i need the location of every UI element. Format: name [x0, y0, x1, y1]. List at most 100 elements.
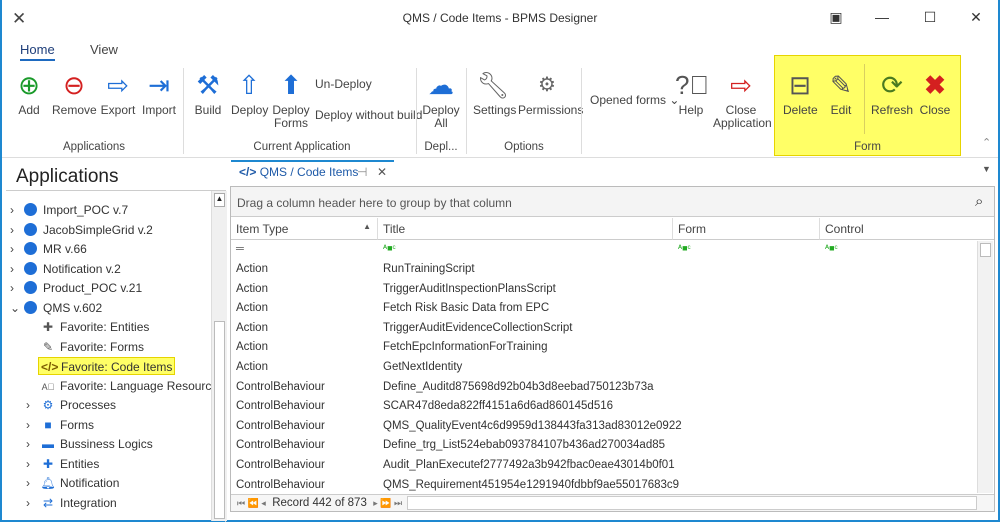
permissions-button[interactable]: ⚙ Permissions — [518, 68, 583, 117]
chevron-right-icon[interactable]: › — [26, 494, 40, 512]
close-form-button[interactable]: ✖ Close — [918, 68, 952, 117]
opened-forms-dropdown[interactable]: Opened forms ⌄ — [590, 94, 679, 107]
tree-item[interactable]: ⌄ QMS v.602 — [10, 299, 102, 317]
column-header-item-type[interactable]: Item Type ▲ — [231, 218, 378, 240]
tree-item[interactable]: › ■ Forms — [26, 416, 94, 434]
column-header-form[interactable]: Form — [673, 218, 820, 240]
close-tab-icon[interactable]: ✕ — [377, 162, 387, 182]
close-application-button[interactable]: ⇨ Close Application — [713, 68, 772, 130]
column-header-control[interactable]: Control — [820, 218, 994, 240]
chevron-right-icon[interactable]: › — [26, 416, 40, 434]
tree-item-selected[interactable]: </> Favorite: Code Items — [38, 357, 176, 375]
collapse-ribbon-icon[interactable]: ⌃ — [982, 136, 991, 149]
help-button[interactable]: ?⃝ Help — [675, 68, 709, 117]
column-header-title[interactable]: Title — [378, 218, 673, 240]
cell-title: Fetch Risk Basic Data from EPC — [383, 302, 550, 315]
tree-item[interactable]: › Notification v.2 — [10, 260, 121, 278]
horizontal-scrollbar[interactable] — [407, 496, 977, 510]
layout-icon[interactable]: ▣ — [826, 9, 846, 26]
undeploy-button[interactable]: Un-Deploy — [315, 78, 372, 91]
sort-asc-icon: ▲ — [363, 222, 371, 231]
deploy-forms-button[interactable]: ⬆ Deploy Forms — [272, 68, 310, 130]
tree-item[interactable]: › Product_POC v.21 — [10, 279, 142, 297]
deploy-without-build-button[interactable]: Deploy without build — [315, 109, 422, 122]
group-label-options: Options — [504, 141, 544, 153]
close-window-button[interactable]: ✕ — [966, 9, 986, 26]
chevron-right-icon[interactable]: › — [10, 240, 24, 258]
build-button[interactable]: ⚒ Build — [193, 68, 223, 117]
table-row[interactable]: Action TriggerAuditInspectionPlansScript — [231, 280, 977, 300]
chevron-right-icon[interactable]: › — [26, 474, 40, 492]
table-row[interactable]: ControlBehaviour Audit_PlanExecutef277749… — [231, 456, 977, 476]
cell-item-type: ControlBehaviour — [236, 380, 325, 393]
tree-item[interactable]: › 🔔︎ Notification — [26, 474, 119, 492]
tree-item[interactable]: ✎ Favorite: Forms — [40, 338, 144, 356]
table-row[interactable]: ControlBehaviour SCAR47d8eda822ff4151a6d6… — [231, 397, 977, 417]
tree-scrollbar[interactable]: ▲ — [211, 191, 227, 521]
chevron-right-icon[interactable]: › — [26, 396, 40, 414]
table-row[interactable]: ControlBehaviour Define_Auditd875698d92b0… — [231, 378, 977, 398]
nav-first-prev-icons[interactable]: ⏮ ⏪ ◂ — [237, 498, 266, 508]
divider — [183, 68, 184, 154]
chevron-right-icon[interactable]: › — [10, 221, 24, 239]
tree-item[interactable]: › ▬ Bussiness Logics — [26, 435, 153, 453]
chevron-right-icon[interactable]: › — [26, 455, 40, 473]
remove-button[interactable]: ⊖ Remove — [52, 68, 97, 117]
tree-item[interactable]: › ⇄ Integration — [26, 494, 117, 512]
scroll-up-icon[interactable]: ▲ — [214, 193, 225, 207]
refresh-button[interactable]: ⟳ Refresh — [871, 68, 913, 117]
table-row[interactable]: ControlBehaviour Define_trg_List524ebab09… — [231, 436, 977, 456]
cell-item-type: Action — [236, 282, 268, 295]
deploy-button[interactable]: ⇧ Deploy — [231, 68, 268, 117]
deploy-all-button[interactable]: ☁ Deploy All — [422, 68, 460, 130]
filter-contains-icon[interactable]: ᴬ■ᶜ — [378, 241, 401, 260]
pin-icon[interactable]: ⊣ — [357, 162, 367, 182]
search-icon[interactable]: ⌕ — [975, 193, 983, 210]
tree-item[interactable]: ✚ Favorite: Entities — [40, 318, 149, 336]
table-row[interactable]: ControlBehaviour QMS_QualityEvent4c6d9959… — [231, 417, 977, 437]
table-row[interactable]: Action Fetch Risk Basic Data from EPC — [231, 299, 977, 319]
document-tab[interactable]: </> QMS / Code Items ⊣ ✕ — [231, 160, 394, 182]
filter-contains-icon[interactable]: ᴬ■ᶜ — [820, 241, 843, 260]
settings-button[interactable]: 🔧︎ Settings — [473, 68, 516, 117]
scroll-thumb[interactable] — [214, 321, 225, 519]
add-button[interactable]: ⊕ Add — [14, 68, 44, 117]
table-row[interactable]: ControlBehaviour QMS_Requirement451954e12… — [231, 476, 977, 496]
tree-item[interactable]: › ⚙ Processes — [26, 396, 116, 414]
edit-button[interactable]: ✎ Edit — [825, 68, 857, 117]
chevron-right-icon[interactable]: › — [10, 279, 24, 297]
chevron-down-icon[interactable]: ⌄ — [10, 299, 24, 317]
tab-view[interactable]: View — [90, 42, 118, 57]
app-icon — [24, 261, 37, 275]
nav-next-last-icons[interactable]: ▸ ⏩ ⏭ — [373, 498, 402, 508]
divider — [416, 68, 417, 154]
table-row[interactable]: Action GetNextIdentity — [231, 358, 977, 378]
close-icon: ✖ — [924, 70, 946, 100]
application-tree: › Import_POC v.7 › JacobSimpleGrid v.2 › MR… — [6, 190, 227, 522]
filter-equals-icon[interactable]: ═ — [231, 241, 249, 260]
tree-item[interactable]: › Import_POC v.7 — [10, 201, 128, 219]
chevron-right-icon[interactable]: › — [10, 201, 24, 219]
maximize-button[interactable]: ☐ — [920, 9, 940, 26]
record-count: Record 442 of 873 — [272, 497, 367, 509]
chevron-right-icon[interactable]: › — [10, 260, 24, 278]
tree-item[interactable]: › JacobSimpleGrid v.2 — [10, 221, 153, 239]
chevron-right-icon[interactable]: › — [26, 435, 40, 453]
table-row[interactable]: Action FetchEpcInformationForTraining — [231, 338, 977, 358]
table-row[interactable]: Action RunTrainingScript — [231, 260, 977, 280]
cell-item-type: Action — [236, 321, 268, 334]
tree-item[interactable]: › MR v.66 — [10, 240, 87, 258]
table-row[interactable]: Action TriggerAuditEvidenceCollectionScri… — [231, 319, 977, 339]
tree-item[interactable]: › ✚ Entities — [26, 455, 99, 473]
cell-title: Define_trg_List524ebab093784107b436ad270… — [383, 439, 666, 452]
grid-scrollbar[interactable] — [977, 241, 993, 493]
tab-dropdown-icon[interactable]: ▼ — [982, 164, 991, 174]
filter-contains-icon[interactable]: ᴬ■ᶜ — [673, 241, 696, 260]
scroll-thumb[interactable] — [980, 243, 991, 257]
import-button[interactable]: ⇥ Import — [141, 68, 177, 117]
tree-item[interactable]: A⃞ Favorite: Language Resources — [40, 377, 225, 395]
delete-button[interactable]: ⊟ Delete — [783, 68, 818, 117]
tab-home[interactable]: Home — [20, 42, 55, 61]
minimize-button[interactable]: — — [872, 9, 892, 25]
export-button[interactable]: ⇨ Export — [100, 68, 136, 117]
